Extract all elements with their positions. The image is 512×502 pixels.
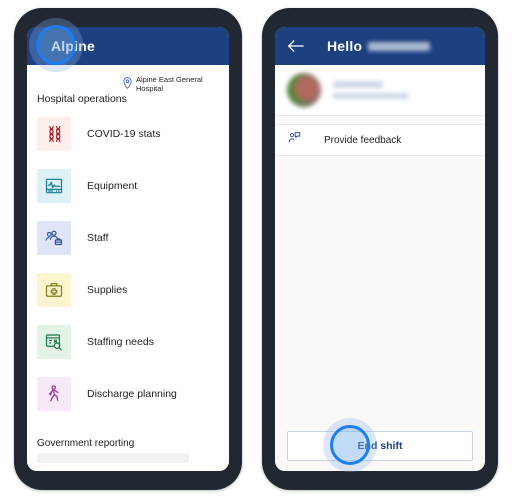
screenshot-stage: Alpine Alpine East General Hospital Hosp… [0,0,512,502]
list-item-label: Discharge planning [87,388,177,400]
location-pin-icon [123,76,132,94]
person-feedback-icon [287,130,302,150]
left-app-bar: Alpine [27,27,229,65]
greeting-wrap: Hello [327,38,431,54]
location-row[interactable]: Alpine East General Hospital [123,75,221,94]
dna-icon [37,117,71,151]
operations-list: COVID-19 stats Equipment Staff Supplies … [37,115,221,427]
people-group-icon [37,221,71,255]
redacted-profile-name [333,81,383,88]
redacted-profile-subtitle [333,93,409,99]
end-shift-button[interactable]: End shift [287,431,473,461]
provide-feedback-label: Provide feedback [324,134,402,146]
phone-right: Hello Provide feedback End shift [262,8,498,490]
list-item-discharge-planning[interactable]: Discharge planning [37,375,221,413]
app-title: Alpine [51,38,95,54]
list-item-equipment[interactable]: Equipment [37,167,221,205]
list-item-label: COVID-19 stats [87,128,161,140]
first-aid-kit-icon [37,273,71,307]
provide-feedback-item[interactable]: Provide feedback [275,124,485,156]
list-item-label: Supplies [87,284,128,296]
avatar [287,73,321,107]
list-item-staff[interactable]: Staff [37,219,221,257]
government-reporting-placeholder-bar [37,453,189,463]
board-search-icon [37,325,71,359]
phone-left: Alpine Alpine East General Hospital Hosp… [14,8,242,490]
left-app-body: Alpine East General Hospital Hospital op… [27,65,229,471]
end-shift-label: End shift [357,440,403,452]
right-app-bar: Hello [275,27,485,65]
right-body-spacer [275,156,485,431]
redacted-user-name [368,41,431,51]
section-title-hospital-operations: Hospital operations [37,93,127,105]
vitals-monitor-icon [37,169,71,203]
end-shift-wrap: End shift [275,431,485,471]
list-item-label: Equipment [87,180,138,192]
greeting-text: Hello [327,38,363,54]
phone-right-screen: Hello Provide feedback End shift [275,27,485,471]
phone-left-screen: Alpine Alpine East General Hospital Hosp… [27,27,229,471]
location-text: Alpine East General Hospital [136,75,203,94]
back-arrow-icon[interactable] [285,36,305,56]
profile-row[interactable] [275,65,485,116]
list-item-staffing-needs[interactable]: Staffing needs [37,323,221,361]
list-item-label: Staffing needs [87,336,154,348]
profile-text-lines [333,81,409,99]
list-item-label: Staff [87,232,109,244]
section-title-government-reporting: Government reporting [37,438,135,449]
walking-person-icon [37,377,71,411]
right-app-body: Provide feedback End shift [275,65,485,471]
list-item-supplies[interactable]: Supplies [37,271,221,309]
list-item-covid-19-stats[interactable]: COVID-19 stats [37,115,221,153]
